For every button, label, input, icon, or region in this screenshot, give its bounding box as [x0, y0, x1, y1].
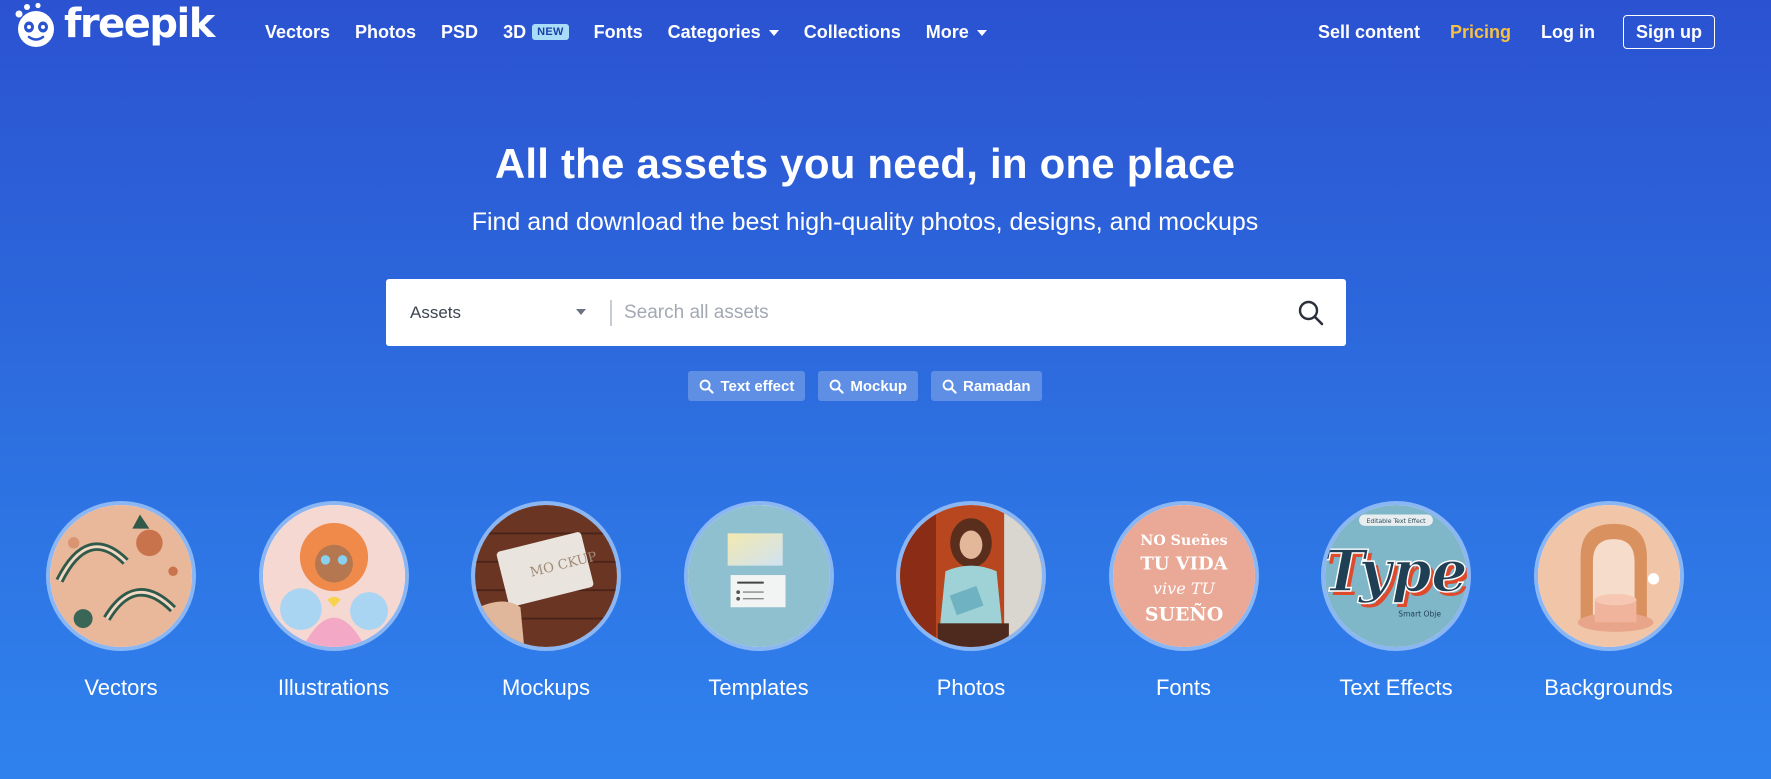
fonts-thumbnail: NO Sueñes TU VIDA vive TU SUEÑO — [1108, 501, 1259, 651]
category-templates[interactable]: Templates — [683, 501, 834, 701]
pricing-link[interactable]: Pricing — [1450, 22, 1511, 43]
search-button[interactable] — [1276, 279, 1346, 346]
signup-button[interactable]: Sign up — [1623, 15, 1715, 49]
category-label: Vectors — [84, 675, 158, 700]
nav-more-label: More — [925, 21, 969, 42]
illustration-image — [262, 505, 405, 647]
nav-psd[interactable]: PSD — [441, 22, 478, 43]
category-vectors[interactable]: Vectors — [46, 501, 196, 701]
nav-collections-label: Collections — [803, 21, 901, 42]
woman-reading-photo — [900, 505, 1042, 647]
login-link[interactable]: Log in — [1541, 22, 1595, 43]
nav-3d-label: 3D — [503, 21, 527, 42]
search-icon — [830, 379, 844, 394]
nav-vectors[interactable]: Vectors — [265, 22, 330, 43]
text-effect-tag: Editable Text Effect — [1366, 518, 1426, 525]
illustrations-thumbnail — [258, 501, 409, 651]
suggestion-chip[interactable]: Text effect — [688, 371, 806, 401]
3d-arch-background-image — [1537, 505, 1680, 647]
suggestion-chip[interactable]: Ramadan — [931, 371, 1042, 401]
nav-psd-label: PSD — [441, 21, 479, 42]
freepik-logo-text: freepik — [64, 1, 215, 47]
vectors-thumbnail — [46, 501, 196, 651]
search-bar: Assets — [386, 279, 1346, 346]
nav-fonts-label: Fonts — [593, 21, 643, 42]
templates-thumbnail — [683, 501, 834, 651]
category-label: Photos — [936, 675, 1006, 700]
lettering-line: SUEÑO — [1144, 602, 1222, 625]
text-effect-image: Editable Text Effect Type Type Smart Obj… — [1325, 505, 1467, 647]
backgrounds-thumbnail — [1533, 501, 1684, 651]
chevron-down-icon — [576, 309, 586, 315]
nav-more[interactable]: More — [926, 22, 987, 43]
hero-subtitle: Find and download the best high-quality … — [471, 208, 1259, 236]
asset-type-value: Assets — [410, 302, 462, 322]
category-label: Templates — [708, 675, 809, 700]
sell-content-link[interactable]: Sell content — [1318, 22, 1420, 43]
category-label: Fonts — [1155, 675, 1212, 700]
suggestion-label: Text effect — [720, 377, 795, 395]
business-card-image — [687, 505, 830, 647]
category-label: Illustrations — [277, 675, 390, 700]
photos-thumbnail — [896, 501, 1046, 651]
chevron-down-icon — [768, 30, 779, 36]
nav-vectors-label: Vectors — [265, 21, 331, 42]
nav-3d[interactable]: 3D NEW — [503, 22, 569, 43]
search-suggestions: Text effect Mockup Ramadan — [0, 371, 1730, 401]
hero-title: All the assets you need, in one place — [494, 140, 1236, 187]
nav-collections[interactable]: Collections — [804, 22, 901, 43]
search-icon — [1298, 300, 1324, 325]
suggestion-label: Mockup — [850, 377, 908, 395]
asset-type-dropdown[interactable]: Assets — [386, 279, 610, 346]
nav-photos-label: Photos — [355, 21, 417, 42]
chevron-down-icon — [976, 30, 987, 36]
suggestion-chip[interactable]: Mockup — [818, 371, 919, 401]
text-effect-word: Type — [1325, 539, 1467, 605]
category-label: Mockups — [501, 675, 591, 700]
lettering-line: vive TU — [1152, 579, 1215, 598]
category-mockups[interactable]: MO CKUP Mockups — [471, 501, 621, 701]
text-effects-thumbnail: Editable Text Effect Type Type Smart Obj… — [1321, 501, 1471, 651]
mockups-thumbnail: MO CKUP — [471, 501, 621, 651]
category-label: Backgrounds — [1544, 675, 1673, 700]
nav-fonts[interactable]: Fonts — [594, 22, 643, 43]
new-badge: NEW — [532, 24, 569, 40]
account-nav: Sell content Pricing Log in Sign up — [1288, 0, 1715, 64]
text-effect-subtitle: Smart Obje — [1398, 610, 1441, 619]
main-nav: Vectors Photos PSD 3D NEW Fonts Categorie… — [265, 0, 1012, 64]
nav-categories[interactable]: Categories — [668, 22, 779, 43]
lettering-line: TU VIDA — [1140, 553, 1228, 574]
category-carousel: Vectors Illustrations MO CKUP Mockups Te… — [46, 501, 1684, 701]
suggestion-label: Ramadan — [963, 377, 1031, 395]
search-input[interactable] — [612, 279, 1276, 346]
category-text-effects[interactable]: Editable Text Effect Type Type Smart Obj… — [1321, 501, 1471, 701]
lettering-line: NO Sueñes — [1140, 532, 1227, 549]
freepik-logo[interactable]: freepik — [14, 1, 215, 50]
category-photos[interactable]: Photos — [896, 501, 1046, 701]
search-icon — [700, 379, 715, 394]
top-navigation-bar: freepik Vectors Photos PSD 3D NEW Fonts C… — [0, 0, 1771, 64]
lettering-image: NO Sueñes TU VIDA vive TU SUEÑO — [1112, 505, 1255, 647]
vector-pattern-image — [50, 505, 192, 647]
nav-categories-label: Categories — [667, 21, 761, 42]
category-fonts[interactable]: NO Sueñes TU VIDA vive TU SUEÑO Fonts — [1108, 501, 1259, 701]
category-illustrations[interactable]: Illustrations — [258, 501, 409, 701]
category-label: Text Effects — [1339, 675, 1453, 700]
mockup-image: MO CKUP — [475, 505, 617, 647]
freepik-logo-icon — [15, 2, 54, 47]
category-backgrounds[interactable]: Backgrounds — [1533, 501, 1684, 701]
nav-photos[interactable]: Photos — [355, 22, 416, 43]
search-icon — [942, 379, 957, 394]
